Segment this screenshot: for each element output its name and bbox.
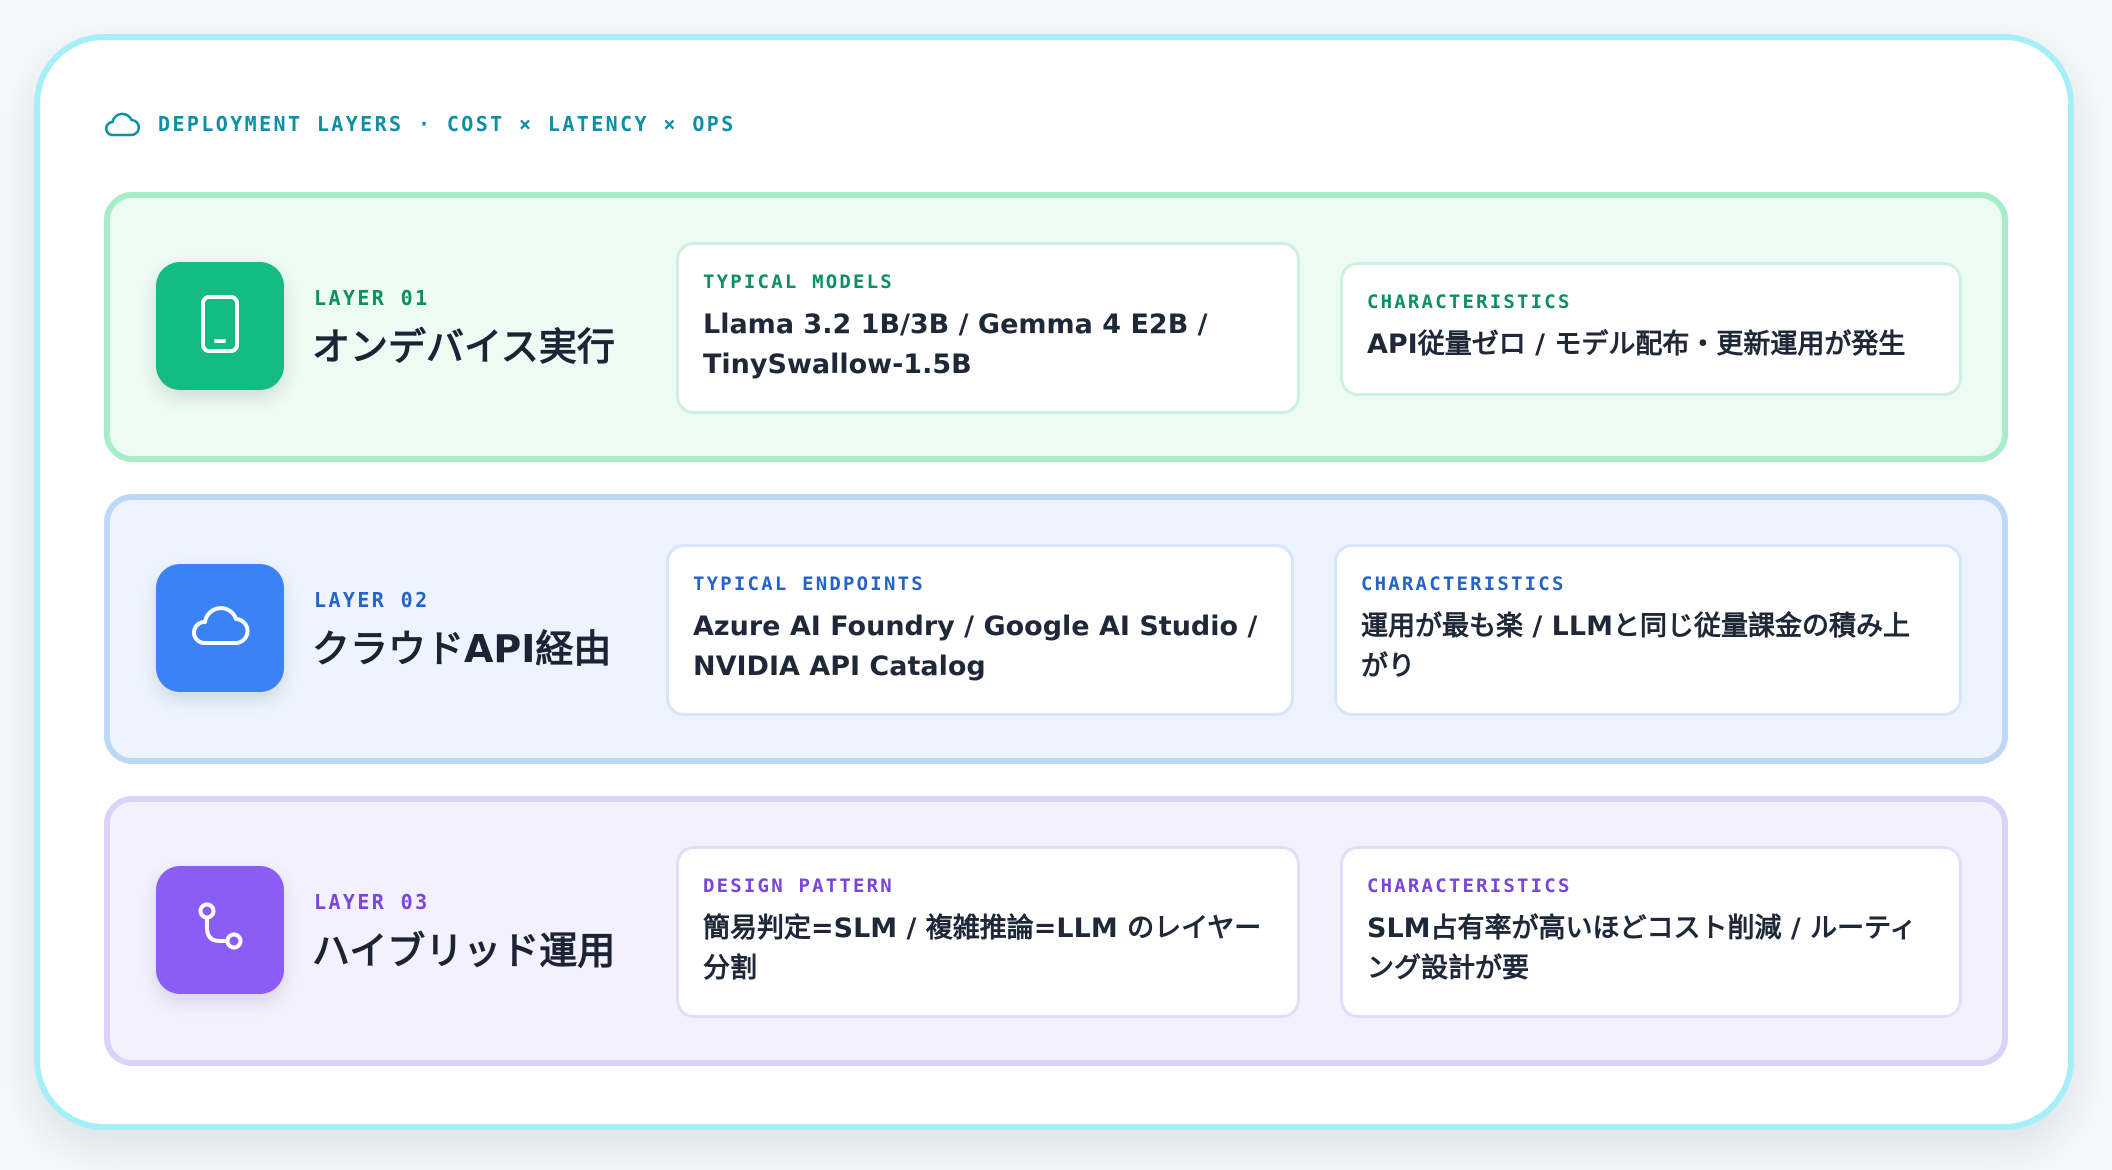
layer-on-device: LAYER 01 オンデバイス実行 TYPICAL MODELS Llama 3…: [104, 192, 2008, 462]
box-label: CHARACTERISTICS: [1361, 573, 1566, 595]
box-label: CHARACTERISTICS: [1367, 291, 1572, 313]
cloud-icon: [188, 601, 252, 655]
box-text: 簡易判定=SLM / 複雑推論=LLM のレイヤー分割: [703, 913, 1262, 984]
layer-title: クラウドAPI経由: [312, 627, 612, 671]
git-branch-icon: [190, 898, 250, 962]
layer-icon-tile: [156, 564, 284, 692]
box-label: TYPICAL ENDPOINTS: [693, 573, 925, 595]
box-text: Azure AI Foundry / Google AI Studio / NV…: [693, 611, 1258, 682]
characteristics-box: CHARACTERISTICS SLM占有率が高いほどコスト削減 / ルーティン…: [1340, 846, 1962, 1018]
design-pattern-box: DESIGN PATTERN 簡易判定=SLM / 複雑推論=LLM のレイヤー…: [676, 846, 1300, 1018]
box-label: CHARACTERISTICS: [1367, 875, 1572, 897]
layer-number: LAYER 03: [314, 890, 430, 914]
layer-title: ハイブリッド運用: [312, 929, 616, 973]
typical-endpoints-box: TYPICAL ENDPOINTS Azure AI Foundry / Goo…: [666, 544, 1294, 716]
header: DEPLOYMENT LAYERS · COST × LATENCY × OPS: [102, 104, 736, 144]
tablet-icon: [196, 294, 244, 358]
box-text: 運用が最も楽 / LLMと同じ従量課金の積み上がり: [1361, 611, 1910, 682]
box-text: Llama 3.2 1B/3B / Gemma 4 E2B / TinySwal…: [703, 309, 1208, 380]
layer-icon-tile: [156, 866, 284, 994]
layer-number: LAYER 02: [314, 588, 430, 612]
cloud-icon: [102, 104, 142, 144]
box-text: API従量ゼロ / モデル配布・更新運用が発生: [1367, 329, 1906, 360]
layer-icon-tile: [156, 262, 284, 390]
characteristics-box: CHARACTERISTICS 運用が最も楽 / LLMと同じ従量課金の積み上が…: [1334, 544, 1962, 716]
header-title: DEPLOYMENT LAYERS · COST × LATENCY × OPS: [158, 112, 736, 136]
layer-title: オンデバイス実行: [312, 325, 615, 369]
typical-models-box: TYPICAL MODELS Llama 3.2 1B/3B / Gemma 4…: [676, 242, 1300, 414]
layer-number: LAYER 01: [314, 286, 430, 310]
box-label: TYPICAL MODELS: [703, 271, 894, 293]
box-text: SLM占有率が高いほどコスト削減 / ルーティング設計が要: [1367, 913, 1917, 984]
layer-cloud-api: LAYER 02 クラウドAPI経由 TYPICAL ENDPOINTS Azu…: [104, 494, 2008, 764]
box-label: DESIGN PATTERN: [703, 875, 894, 897]
layer-hybrid: LAYER 03 ハイブリッド運用 DESIGN PATTERN 簡易判定=SL…: [104, 796, 2008, 1066]
characteristics-box: CHARACTERISTICS API従量ゼロ / モデル配布・更新運用が発生: [1340, 262, 1962, 396]
